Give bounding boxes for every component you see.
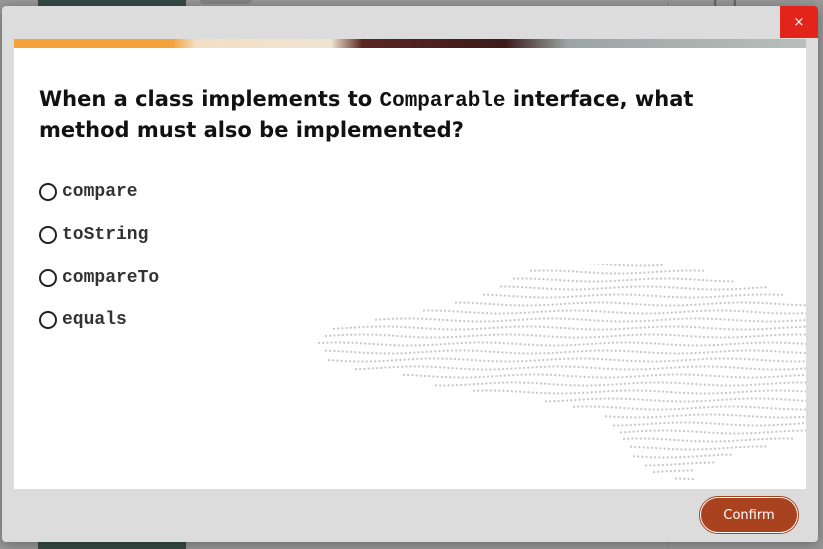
- answer-option-equals[interactable]: equals: [39, 299, 159, 342]
- modal-content: When a class implements to Comparable in…: [14, 39, 806, 489]
- radio-button[interactable]: [39, 226, 57, 245]
- answer-options: compare toString compareTo equals: [39, 171, 159, 342]
- decorative-banner: [14, 39, 806, 48]
- radio-button[interactable]: [39, 183, 57, 202]
- radio-button[interactable]: [39, 268, 57, 287]
- close-button[interactable]: ×: [780, 6, 818, 38]
- question-modal: × When a class implements to Comparable …: [2, 6, 818, 542]
- confirm-button[interactable]: Confirm: [699, 496, 799, 534]
- radio-button[interactable]: [39, 311, 57, 330]
- answer-label: compareTo: [62, 267, 160, 288]
- answer-label: equals: [62, 310, 127, 331]
- decorative-dot-texture: [317, 264, 806, 481]
- answer-label: toString: [62, 225, 149, 246]
- answer-option-compareto[interactable]: compareTo: [39, 256, 159, 299]
- question-text-start: When a class implements to: [39, 87, 380, 111]
- question-text: When a class implements to Comparable in…: [39, 85, 789, 144]
- answer-label: compare: [62, 182, 138, 203]
- answer-option-compare[interactable]: compare: [39, 171, 159, 214]
- answer-option-tostring[interactable]: toString: [39, 214, 159, 257]
- question-code-term: Comparable: [379, 90, 506, 113]
